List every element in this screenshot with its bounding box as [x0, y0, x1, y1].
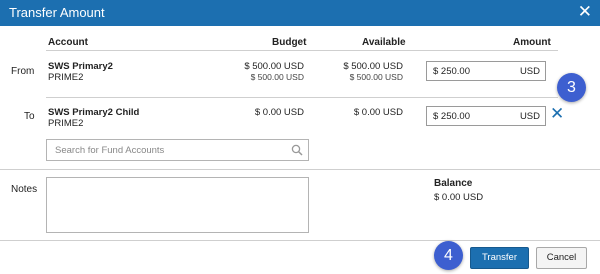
- fund-account-search-input[interactable]: Search for Fund Accounts: [46, 139, 309, 161]
- dialog-title: Transfer Amount: [9, 5, 105, 20]
- balance-value: $ 0.00 USD: [434, 192, 484, 203]
- from-account-code: PRIME2: [48, 72, 84, 83]
- to-budget: $ 0.00 USD: [254, 107, 304, 118]
- cancel-button[interactable]: Cancel: [536, 247, 587, 269]
- to-account-name: SWS Primary2 Child: [48, 107, 140, 118]
- header-available: Available: [362, 37, 406, 48]
- remove-icon[interactable]: ✕: [550, 104, 564, 124]
- step-3-callout: 3: [557, 73, 586, 102]
- notes-label: Notes: [11, 184, 38, 195]
- row-divider: [46, 97, 558, 98]
- from-amount-input[interactable]: $ 250.00 USD: [426, 61, 546, 81]
- header-budget: Budget: [272, 37, 307, 48]
- close-icon[interactable]: ✕: [578, 2, 592, 22]
- search-icon: [291, 144, 303, 156]
- step-4-callout: 4: [434, 241, 463, 270]
- from-account-name: SWS Primary2: [48, 61, 113, 72]
- from-available: $ 500.00 USD: [343, 61, 403, 72]
- transfer-button[interactable]: Transfer: [470, 247, 529, 269]
- to-amount-value: $ 250.00: [433, 111, 470, 122]
- header-divider: [46, 50, 558, 51]
- to-amount-currency: USD: [519, 111, 540, 122]
- from-amount-currency: USD: [519, 66, 540, 77]
- from-label: From: [11, 66, 35, 77]
- header-account: Account: [48, 37, 88, 48]
- to-label: To: [24, 111, 35, 122]
- from-budget: $ 500.00 USD: [244, 61, 304, 72]
- dialog-title-bar: Transfer Amount ✕: [0, 0, 600, 26]
- from-available-sub: $ 500.00 USD: [349, 72, 403, 82]
- footer-divider: [0, 240, 600, 241]
- search-placeholder: Search for Fund Accounts: [55, 145, 165, 156]
- to-amount-input[interactable]: $ 250.00 USD: [426, 106, 546, 126]
- from-amount-value: $ 250.00: [433, 66, 470, 77]
- to-account-code: PRIME2: [48, 118, 84, 129]
- notes-textarea[interactable]: [46, 177, 309, 233]
- section-divider: [0, 169, 600, 170]
- header-amount: Amount: [513, 37, 551, 48]
- to-available: $ 0.00 USD: [353, 107, 403, 118]
- balance-label: Balance: [434, 178, 473, 189]
- from-budget-sub: $ 500.00 USD: [250, 72, 304, 82]
